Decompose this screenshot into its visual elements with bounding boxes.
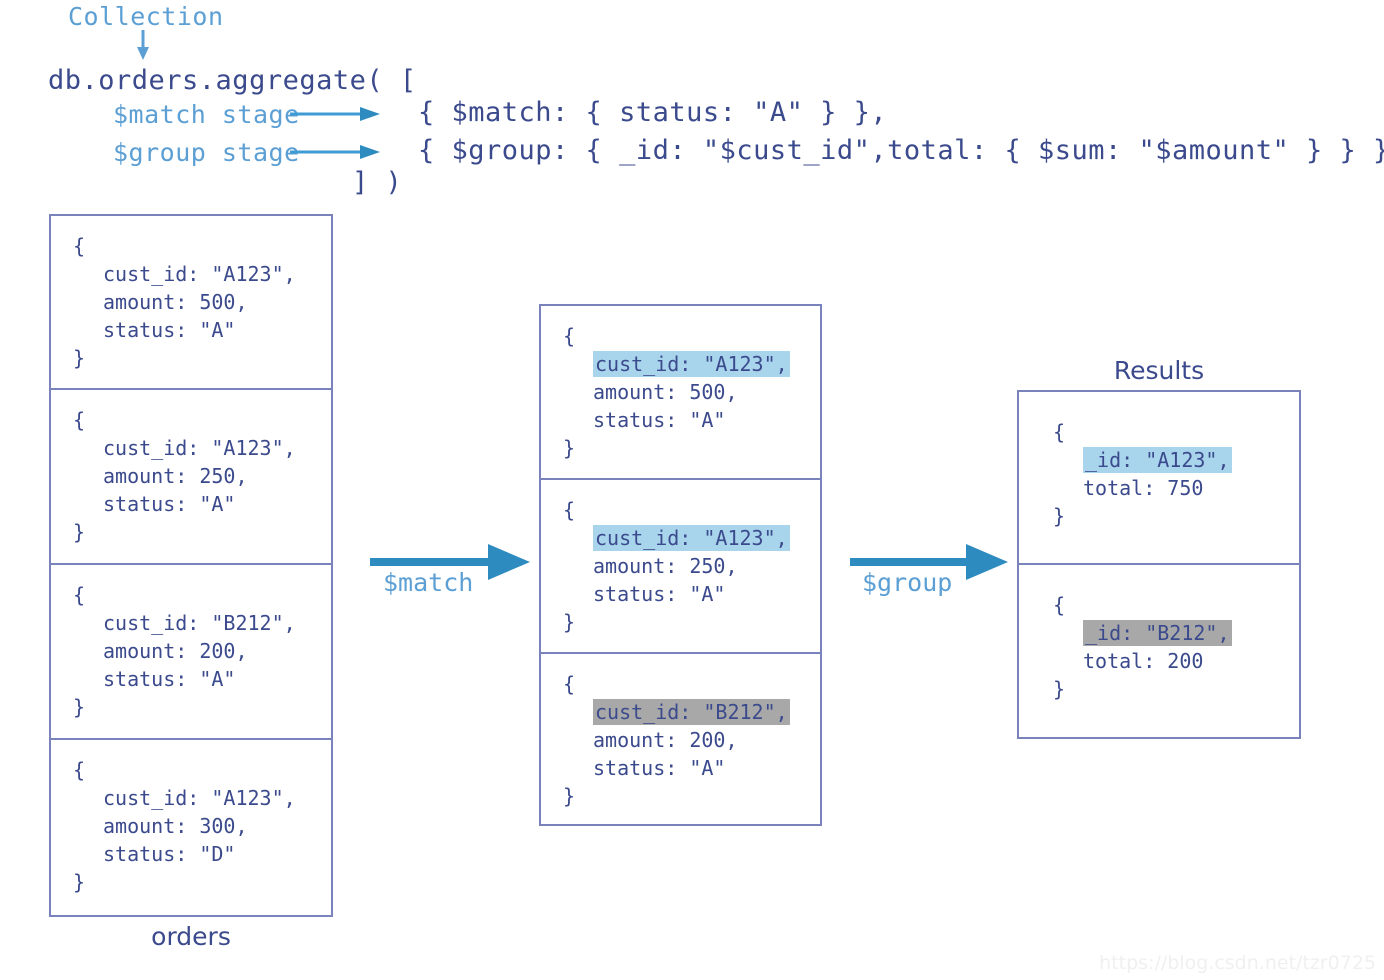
doc-field-cust-id: cust_id: "A123", xyxy=(103,436,296,460)
doc-field-status: status: "A" xyxy=(103,667,236,691)
doc-field-total: total: 200 xyxy=(1083,649,1204,673)
watermark-text: https://blog.csdn.net/tzr0725 xyxy=(1099,952,1376,974)
doc-field-amount: amount: 500, xyxy=(593,380,738,404)
match-stage-annotation-label: $match stage xyxy=(113,100,300,129)
match-stage-pointer-arrow-icon xyxy=(290,107,380,121)
highlight-span: cust_id: "B212", xyxy=(593,699,790,725)
doc-close-brace: } xyxy=(73,870,86,894)
matched-documents-box: { cust_id: "A123", amount: 500, status: … xyxy=(539,304,822,826)
highlight-span: cust_id: "A123", xyxy=(593,525,790,551)
doc-close-brace: } xyxy=(73,520,86,544)
doc-open-brace: { xyxy=(563,498,576,522)
match-stage-code-line: { $match: { status: "A" } }, xyxy=(418,97,888,128)
doc-open-brace: { xyxy=(73,234,86,258)
group-stage-pointer-arrow-icon xyxy=(290,145,380,159)
highlight-span: _id: "B212", xyxy=(1083,620,1232,646)
doc-field-amount: amount: 200, xyxy=(103,639,248,663)
doc-field-amount: amount: 200, xyxy=(593,728,738,752)
doc-open-brace: { xyxy=(1053,420,1066,444)
doc-close-brace: } xyxy=(563,784,576,808)
doc-open-brace: { xyxy=(73,583,86,607)
doc-close-brace: } xyxy=(1053,504,1066,528)
doc-close-brace: } xyxy=(73,346,86,370)
doc-field-amount: amount: 250, xyxy=(103,464,248,488)
orders-document: { cust_id: "A123", amount: 300, status: … xyxy=(51,740,331,915)
group-stage-flow-label: $group xyxy=(862,568,953,597)
match-stage-flow-label: $match xyxy=(383,568,474,597)
collection-down-arrow-icon xyxy=(137,30,149,60)
results-box: { _id: "A123", total: 750 } { _id: "B212… xyxy=(1017,390,1301,739)
results-caption: Results xyxy=(1113,356,1205,385)
collection-label: Collection xyxy=(68,2,224,31)
doc-close-brace: } xyxy=(1053,677,1066,701)
doc-field-amount: amount: 250, xyxy=(593,554,738,578)
group-stage-annotation-label: $group stage xyxy=(113,138,300,167)
highlight-span: cust_id: "A123", xyxy=(593,351,790,377)
aggregate-call-line: db.orders.aggregate( [ xyxy=(48,65,417,96)
orders-document: { cust_id: "A123", amount: 500, status: … xyxy=(51,216,331,390)
doc-field-status: status: "A" xyxy=(593,756,726,780)
highlight-span: _id: "A123", xyxy=(1083,447,1232,473)
doc-field-status: status: "A" xyxy=(593,408,726,432)
doc-field-status: status: "A" xyxy=(103,492,236,516)
doc-open-brace: { xyxy=(73,758,86,782)
doc-open-brace: { xyxy=(1053,593,1066,617)
doc-open-brace: { xyxy=(563,324,576,348)
orders-document: { cust_id: "B212", amount: 200, status: … xyxy=(51,565,331,740)
doc-field-status: status: "A" xyxy=(593,582,726,606)
doc-field-cust-id: cust_id: "A123", xyxy=(103,786,296,810)
doc-field-cust-id-highlighted: cust_id: "A123", xyxy=(563,350,820,378)
result-document: { _id: "A123", total: 750 } xyxy=(1019,392,1299,565)
doc-close-brace: } xyxy=(563,436,576,460)
doc-field-cust-id-highlighted: cust_id: "A123", xyxy=(563,524,820,552)
doc-field-cust-id-highlighted: cust_id: "B212", xyxy=(563,698,820,726)
doc-open-brace: { xyxy=(563,672,576,696)
doc-field-status: status: "D" xyxy=(103,842,236,866)
orders-document: { cust_id: "A123", amount: 250, status: … xyxy=(51,390,331,565)
group-stage-code-line: { $group: { _id: "$cust_id",total: { $su… xyxy=(418,135,1384,166)
doc-field-total: total: 750 xyxy=(1083,476,1204,500)
doc-close-brace: } xyxy=(563,610,576,634)
doc-open-brace: { xyxy=(73,408,86,432)
aggregate-close-line: ] ) xyxy=(352,167,403,198)
doc-field-cust-id: cust_id: "A123", xyxy=(103,262,296,286)
doc-field-amount: amount: 500, xyxy=(103,290,248,314)
orders-collection-caption: orders xyxy=(151,922,231,951)
matched-document: { cust_id: "A123", amount: 500, status: … xyxy=(541,306,820,480)
doc-field-amount: amount: 300, xyxy=(103,814,248,838)
doc-field-cust-id: cust_id: "B212", xyxy=(103,611,296,635)
doc-field-id-highlighted: _id: "B212", xyxy=(1053,619,1299,647)
diagram-canvas: Collection db.orders.aggregate( [ $match… xyxy=(0,0,1384,980)
matched-document: { cust_id: "A123", amount: 250, status: … xyxy=(541,480,820,654)
doc-field-id-highlighted: _id: "A123", xyxy=(1053,446,1299,474)
matched-document: { cust_id: "B212", amount: 200, status: … xyxy=(541,654,820,824)
orders-collection-box: { cust_id: "A123", amount: 500, status: … xyxy=(49,214,333,917)
result-document: { _id: "B212", total: 200 } xyxy=(1019,565,1299,737)
doc-field-status: status: "A" xyxy=(103,318,236,342)
doc-close-brace: } xyxy=(73,695,86,719)
